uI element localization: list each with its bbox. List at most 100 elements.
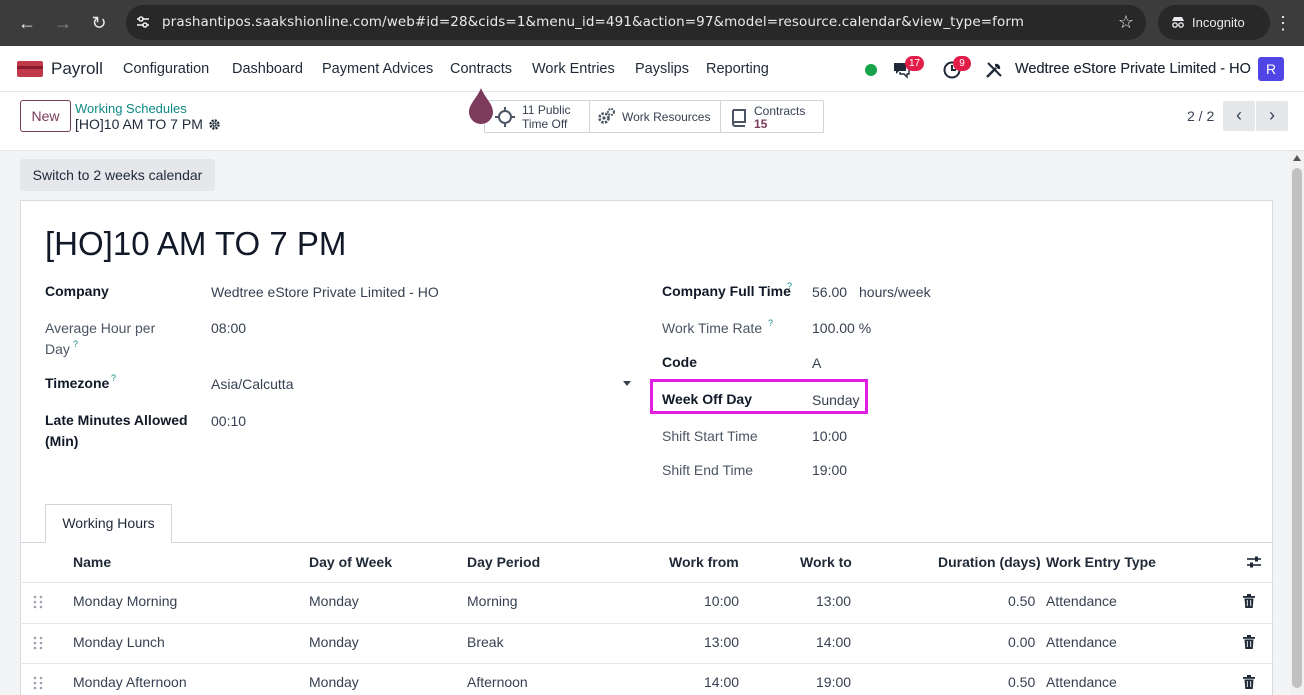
form-sheet	[20, 200, 1273, 695]
full-time-unit: hours/week	[859, 284, 931, 300]
shift-end-label: Shift End Time	[662, 462, 754, 478]
col-work-entry-type[interactable]: Work Entry Type	[1046, 552, 1156, 572]
cell-duration[interactable]: 0.50	[1008, 591, 1035, 611]
week-off-field[interactable]: Sunday	[812, 390, 859, 411]
full-time-field[interactable]: 56.00	[812, 282, 847, 303]
address-bar[interactable]: prashantipos.saakshionline.com/web#id=28…	[126, 5, 1146, 40]
col-name[interactable]: Name	[73, 552, 111, 572]
shift-end-field[interactable]: 19:00	[812, 460, 847, 481]
avg-hour-field[interactable]: 08:00	[211, 318, 246, 339]
work-resources-button[interactable]: Work Resources	[590, 101, 721, 132]
company-field[interactable]: Wedtree eStore Private Limited - HO	[211, 282, 439, 303]
public-time-off-button[interactable]: 11 Public Time Off	[485, 101, 590, 132]
menu-work-entries[interactable]: Work Entries	[532, 46, 615, 92]
pager-next-button[interactable]: ›	[1256, 101, 1288, 131]
cell-day[interactable]: Monday	[309, 632, 359, 652]
user-avatar[interactable]: R	[1258, 57, 1284, 81]
late-minutes-field[interactable]: 00:10	[211, 411, 246, 432]
cell-to[interactable]: 13:00	[816, 591, 851, 611]
work-time-rate-label: Work Time Rate	[662, 320, 763, 336]
work-time-rate-help-icon[interactable]: ?	[768, 318, 773, 328]
timezone-dropdown-icon[interactable]	[623, 381, 631, 386]
trash-icon[interactable]	[1243, 594, 1255, 608]
company-name[interactable]: Wedtree eStore Private Limited - HO	[1015, 46, 1251, 92]
menu-payment-advices[interactable]: Payment Advices	[322, 46, 433, 92]
breadcrumb-current-record: [HO]10 AM TO 7 PM	[75, 116, 203, 132]
scrollbar-thumb[interactable]	[1292, 168, 1302, 688]
avg-hour-label-line2: Day	[45, 341, 70, 357]
col-duration[interactable]: Duration (days)	[938, 552, 1041, 572]
incognito-indicator[interactable]: Incognito	[1158, 5, 1270, 40]
cell-entry-type[interactable]: Attendance	[1046, 672, 1117, 692]
contracts-count: 15	[754, 117, 768, 131]
drag-handle-icon[interactable]	[33, 595, 43, 609]
full-time-help-icon[interactable]: ?	[787, 281, 792, 291]
cell-entry-type[interactable]: Attendance	[1046, 591, 1117, 611]
new-button[interactable]: New	[20, 100, 71, 132]
record-actions-gear-icon[interactable]	[208, 118, 221, 131]
menu-payslips[interactable]: Payslips	[635, 46, 689, 92]
back-arrow-icon[interactable]: ←	[15, 11, 39, 35]
record-title[interactable]: [HO]10 AM TO 7 PM	[45, 225, 346, 263]
switch-2-weeks-button[interactable]: Switch to 2 weeks calendar	[20, 159, 215, 191]
cell-entry-type[interactable]: Attendance	[1046, 632, 1117, 652]
public-time-off-label-1: Public	[537, 103, 571, 117]
menu-dashboard[interactable]: Dashboard	[232, 46, 303, 92]
payroll-app-icon[interactable]	[17, 61, 43, 77]
shift-start-label: Shift Start Time	[662, 428, 758, 444]
menu-reporting[interactable]: Reporting	[706, 46, 769, 92]
cell-period[interactable]: Morning	[467, 591, 518, 611]
cell-period[interactable]: Afternoon	[467, 672, 528, 692]
full-time-label: Company Full Time	[662, 283, 791, 299]
avg-hour-help-icon[interactable]: ?	[73, 339, 78, 349]
cell-day[interactable]: Monday	[309, 591, 359, 611]
contracts-button[interactable]: Contracts 15	[721, 101, 825, 132]
reload-icon[interactable]: ↻	[87, 11, 111, 35]
forward-arrow-icon[interactable]: →	[51, 11, 75, 35]
activities-badge: 9	[953, 56, 971, 71]
debug-tools-icon[interactable]	[984, 60, 1004, 80]
row-separator	[20, 623, 1273, 624]
breadcrumb-working-schedules[interactable]: Working Schedules	[75, 101, 187, 116]
drag-handle-icon[interactable]	[33, 636, 43, 650]
pager-previous-button[interactable]: ‹	[1223, 101, 1255, 131]
timezone-select[interactable]: Asia/Calcutta	[211, 374, 293, 395]
optional-columns-icon[interactable]	[1246, 555, 1262, 569]
browser-menu-icon[interactable]: ⋮	[1274, 11, 1292, 35]
cell-name[interactable]: Monday Lunch	[73, 632, 165, 652]
code-field[interactable]: A	[812, 353, 821, 374]
cell-duration[interactable]: 0.50	[1008, 672, 1035, 692]
scroll-up-arrow-icon[interactable]	[1293, 155, 1301, 161]
col-day-period[interactable]: Day Period	[467, 552, 540, 572]
cell-day[interactable]: Monday	[309, 672, 359, 692]
sun-icon	[495, 107, 515, 127]
bookmark-star-icon[interactable]: ☆	[1118, 12, 1134, 33]
cell-name[interactable]: Monday Morning	[73, 591, 177, 611]
cell-from[interactable]: 13:00	[704, 632, 739, 652]
trash-icon[interactable]	[1243, 675, 1255, 689]
pager-value[interactable]: 2 / 2	[1187, 108, 1214, 124]
shift-start-field[interactable]: 10:00	[812, 426, 847, 447]
trash-icon[interactable]	[1243, 635, 1255, 649]
menu-configuration[interactable]: Configuration	[123, 46, 209, 92]
timezone-help-icon[interactable]: ?	[111, 373, 116, 383]
col-work-to[interactable]: Work to	[800, 552, 852, 572]
url-text[interactable]: prashantipos.saakshionline.com/web#id=28…	[162, 5, 1024, 40]
col-day-of-week[interactable]: Day of Week	[309, 552, 392, 572]
cell-period[interactable]: Break	[467, 632, 504, 652]
cell-duration[interactable]: 0.00	[1008, 632, 1035, 652]
cogs-icon	[598, 108, 615, 124]
cell-name[interactable]: Monday Afternoon	[73, 672, 187, 692]
col-work-from[interactable]: Work from	[669, 552, 739, 572]
work-resources-label: Work Resources	[622, 110, 711, 124]
cell-from[interactable]: 10:00	[704, 591, 739, 611]
drag-handle-icon[interactable]	[33, 676, 43, 690]
cell-to[interactable]: 19:00	[816, 672, 851, 692]
tab-working-hours[interactable]: Working Hours	[45, 504, 172, 543]
row-separator	[20, 663, 1273, 664]
code-label: Code	[662, 354, 697, 370]
app-name[interactable]: Payroll	[51, 46, 103, 92]
cell-from[interactable]: 14:00	[704, 672, 739, 692]
site-settings-icon[interactable]	[134, 13, 152, 31]
cell-to[interactable]: 14:00	[816, 632, 851, 652]
